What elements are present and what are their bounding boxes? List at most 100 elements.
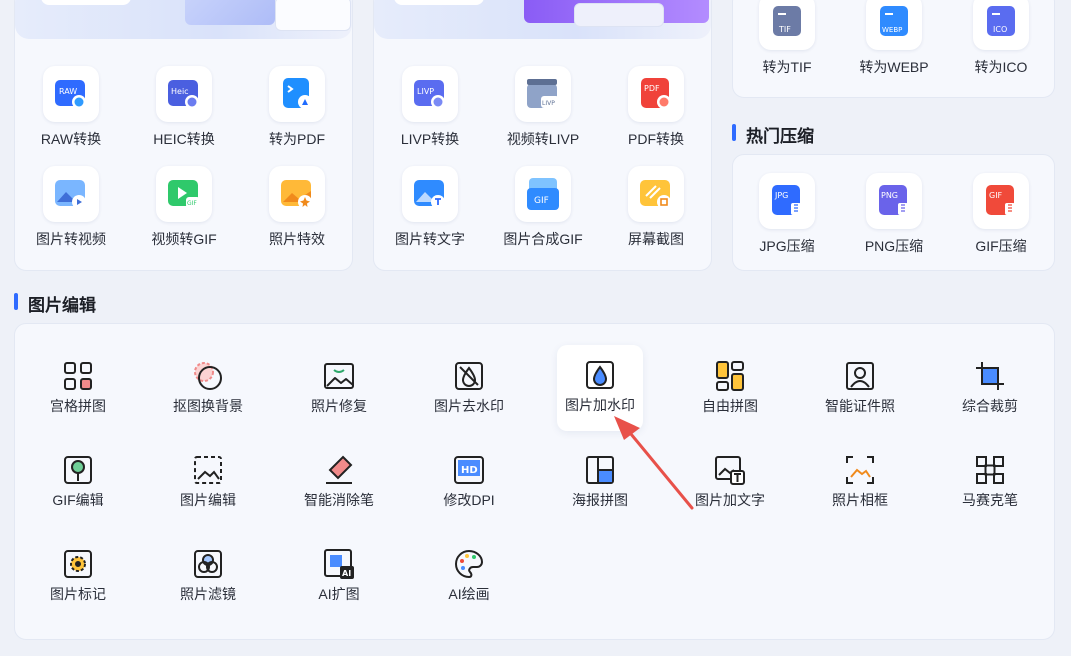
remove-watermark-icon <box>455 362 483 390</box>
tool-photo-filter[interactable]: 照片滤镜 <box>153 534 263 620</box>
image-to-text-icon <box>402 166 458 222</box>
gif-compose-icon: GIF <box>515 166 571 222</box>
tool-image-to-video[interactable]: 图片转视频 <box>16 166 126 249</box>
tool-label: 图片加文字 <box>695 492 765 508</box>
svg-text:LIVP: LIVP <box>417 87 434 96</box>
tool-label: 马赛克笔 <box>962 492 1018 508</box>
tool-gif-edit[interactable]: GIF编辑 <box>23 440 133 526</box>
tool-label: 图片去水印 <box>434 398 504 414</box>
filter-icon <box>194 550 222 578</box>
image-mark-icon <box>64 550 92 578</box>
photo-effects-icon <box>269 166 325 222</box>
tool-label: LIVP转换 <box>400 131 460 147</box>
svg-text:GIF: GIF <box>534 196 549 206</box>
tool-jpg-compress[interactable]: JPG JPG压缩 <box>732 173 842 256</box>
svg-text:WEBP: WEBP <box>882 26 902 34</box>
tool-to-pdf[interactable]: 转为PDF <box>242 66 352 149</box>
heic-icon: Heic <box>156 66 212 122</box>
tool-label: AI扩图 <box>318 586 360 602</box>
tool-video-to-livp[interactable]: LIVP 视频转LIVP <box>488 66 598 149</box>
svg-text:GIF: GIF <box>989 191 1003 200</box>
free-collage-icon <box>716 361 744 391</box>
tool-label: 智能证件照 <box>825 398 895 414</box>
tool-label: 图片合成GIF <box>503 231 583 247</box>
crop-icon <box>976 362 1004 390</box>
gif-edit-icon <box>64 456 92 484</box>
tool-heic-convert[interactable]: Heic HEIC转换 <box>129 66 239 149</box>
tool-image-to-text[interactable]: 图片转文字 <box>375 166 485 249</box>
tool-label: 图片转文字 <box>395 231 465 247</box>
tool-label: PNG压缩 <box>864 238 924 254</box>
eraser-icon <box>326 455 353 484</box>
tool-raw-convert[interactable]: RAW RAW转换 <box>16 66 126 149</box>
tool-png-compress[interactable]: PNG PNG压缩 <box>839 173 949 256</box>
livp-icon: LIVP <box>402 66 458 122</box>
tool-cutout-bg[interactable]: 抠图换背景 <box>153 346 263 432</box>
tool-image-mark[interactable]: 图片标记 <box>23 534 133 620</box>
tool-gif-compress[interactable]: GIF GIF压缩 <box>946 173 1056 256</box>
gif-compress-icon: GIF <box>973 173 1029 229</box>
tool-label: 屏幕截图 <box>628 231 684 247</box>
tool-label: 图片加水印 <box>565 397 635 413</box>
tool-free-collage[interactable]: 自由拼图 <box>675 346 785 432</box>
svg-text:AI: AI <box>342 569 351 578</box>
tool-crop[interactable]: 综合裁剪 <box>935 346 1045 432</box>
tool-smart-eraser[interactable]: 智能消除笔 <box>284 440 394 526</box>
image-edit-icon <box>194 456 222 484</box>
tool-photo-effects[interactable]: 照片特效 <box>242 166 352 249</box>
tool-label: AI绘画 <box>448 586 490 602</box>
tool-label: 照片相框 <box>832 492 888 508</box>
cutout-icon <box>194 362 222 390</box>
tool-label: PDF转换 <box>628 131 684 147</box>
tool-screenshot[interactable]: 屏幕截图 <box>601 166 711 249</box>
tool-label: HEIC转换 <box>153 131 215 147</box>
tool-change-dpi[interactable]: HD 修改DPI <box>414 440 524 526</box>
tool-label: 宫格拼图 <box>50 398 106 414</box>
tool-photo-frame[interactable]: 照片相框 <box>805 440 915 526</box>
tool-label: 视频转GIF <box>151 231 217 247</box>
svg-text:ICO: ICO <box>993 25 1007 34</box>
tool-photo-repair[interactable]: 照片修复 <box>284 346 394 432</box>
tool-image-edit[interactable]: 图片编辑 <box>153 440 263 526</box>
tool-label: 转为WEBP <box>859 59 929 75</box>
screenshot-icon <box>628 166 684 222</box>
tool-label: 图片转视频 <box>36 231 106 247</box>
png-compress-icon: PNG <box>866 173 922 229</box>
add-text-icon <box>715 456 745 485</box>
tool-label: RAW转换 <box>40 131 102 147</box>
banner-left[interactable] <box>15 0 352 39</box>
tool-ai-painting[interactable]: AI绘画 <box>414 534 524 620</box>
grid-collage-icon <box>64 362 92 390</box>
tool-label: 视频转LIVP <box>506 131 580 147</box>
tool-label: 图片标记 <box>50 586 106 602</box>
svg-text:Heic: Heic <box>171 87 189 96</box>
banner-mid[interactable] <box>374 0 711 39</box>
tool-add-text[interactable]: 图片加文字 <box>675 440 785 526</box>
tif-icon: TIF <box>759 0 815 50</box>
svg-text:GIF: GIF <box>187 200 197 207</box>
jpg-compress-icon: JPG <box>759 173 815 229</box>
hd-icon: HD <box>454 456 484 484</box>
palette-icon <box>455 549 484 579</box>
tool-label: 抠图换背景 <box>173 398 243 414</box>
id-photo-icon <box>846 362 874 390</box>
tool-ai-expand[interactable]: AI AI扩图 <box>284 534 394 620</box>
tool-mosaic-pen[interactable]: 马赛克笔 <box>935 440 1045 526</box>
tool-gif-compose[interactable]: GIF 图片合成GIF <box>488 166 598 249</box>
webp-icon: WEBP <box>866 0 922 50</box>
tool-poster-collage[interactable]: 海报拼图 <box>545 440 655 526</box>
tool-id-photo[interactable]: 智能证件照 <box>805 346 915 432</box>
tool-video-to-gif[interactable]: GIF 视频转GIF <box>129 166 239 249</box>
tool-to-ico[interactable]: ICO 转为ICO <box>946 0 1056 77</box>
tool-grid-collage[interactable]: 宫格拼图 <box>23 346 133 432</box>
tool-remove-watermark[interactable]: 图片去水印 <box>414 346 524 432</box>
tool-add-watermark[interactable]: 图片加水印 <box>557 345 643 431</box>
tool-to-webp[interactable]: WEBP 转为WEBP <box>839 0 949 77</box>
tool-label: 转为TIF <box>762 59 812 75</box>
tool-pdf-convert[interactable]: PDF PDF转换 <box>601 66 711 149</box>
tool-livp-convert[interactable]: LIVP LIVP转换 <box>375 66 485 149</box>
photo-repair-icon <box>324 363 354 389</box>
tool-to-tif[interactable]: TIF 转为TIF <box>732 0 842 77</box>
tool-label: GIF编辑 <box>52 492 104 508</box>
video-to-gif-icon: GIF <box>156 166 212 222</box>
